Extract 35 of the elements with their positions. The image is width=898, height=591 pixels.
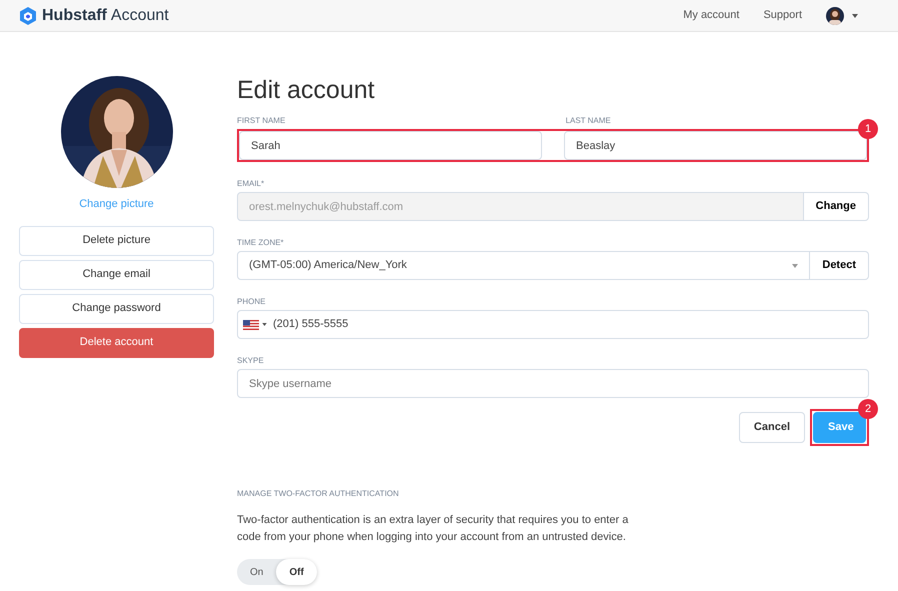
flag-icon[interactable]	[243, 320, 259, 330]
cancel-button[interactable]: Cancel	[738, 412, 805, 443]
nav-link[interactable]: Support	[763, 7, 802, 24]
nav-link[interactable]: My account	[683, 7, 740, 24]
toggle-option[interactable]: Off	[276, 559, 317, 585]
phone-number: (201) 555-5555	[273, 317, 348, 332]
field-label: PHONE	[237, 298, 266, 306]
caret-icon	[792, 264, 798, 268]
toggle-switch[interactable]: On Off	[237, 559, 317, 585]
field-label: SKYPE	[237, 357, 265, 365]
step-badge: 2	[858, 399, 878, 419]
caret-icon[interactable]	[262, 323, 267, 326]
phone-field[interactable]: (201) 555-5555	[237, 310, 869, 339]
product-name: Account	[110, 6, 169, 26]
logo-icon	[18, 6, 38, 26]
sidebar-button[interactable]: Change email	[19, 260, 214, 290]
field-label: TIME ZONE*	[237, 239, 285, 247]
page-title: Edit account	[237, 78, 376, 103]
user-avatar[interactable]	[826, 6, 844, 24]
delete-button[interactable]: Delete account	[19, 328, 214, 358]
brand-name[interactable]: Hubstaff	[42, 4, 107, 28]
detect-button[interactable]: Detect	[810, 251, 869, 280]
skype-field[interactable]: Skype username	[237, 369, 869, 398]
field-label: LAST NAME	[566, 117, 612, 125]
caret-icon[interactable]	[852, 14, 858, 18]
field-label: FIRST NAME	[237, 117, 286, 125]
section-heading: MANAGE TWO-FACTOR AUTHENTICATION	[237, 490, 400, 498]
sidebar-button[interactable]: Change password	[19, 294, 214, 324]
timezone-select[interactable]: (GMT-05:00) America/New_York	[237, 251, 810, 280]
description-text: Two-factor authentication is an extra layer of security that requires you to enter a code from your phone when logging into your account from an untrusted device.	[237, 513, 630, 544]
field-label: EMAIL*	[237, 180, 266, 188]
text-field[interactable]: Sarah	[239, 131, 542, 160]
sidebar-button[interactable]: Delete picture	[19, 226, 214, 256]
toggle-option[interactable]: On	[237, 559, 276, 585]
text-field[interactable]: Beaslay	[564, 131, 867, 160]
